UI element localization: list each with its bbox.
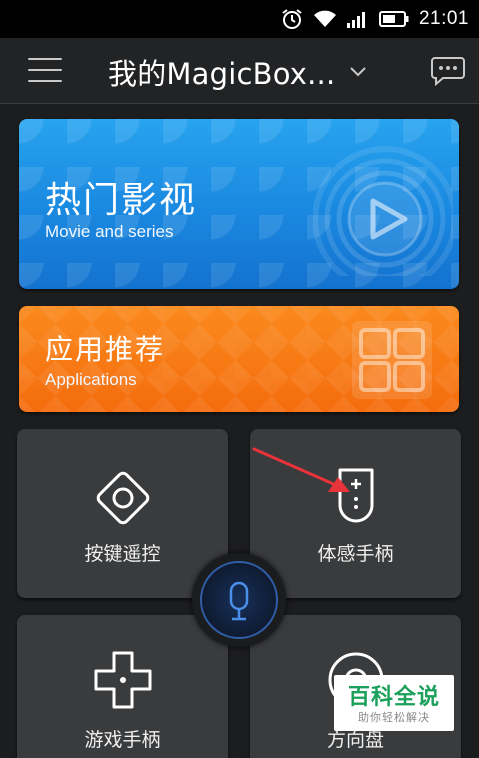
- apps-card[interactable]: 应用推荐 Applications: [19, 306, 459, 412]
- page-title: 我的MagicBox...: [108, 57, 336, 91]
- app-header: 我的MagicBox...: [0, 38, 479, 104]
- status-time: 21:01: [418, 8, 469, 29]
- tile-gamepad[interactable]: 游戏手柄: [17, 615, 228, 758]
- tile-label: 游戏手柄: [84, 729, 161, 751]
- microphone-icon: [200, 561, 278, 639]
- play-icon: [312, 131, 458, 289]
- apps-card-title: 应用推荐: [45, 333, 166, 366]
- movie-card-title: 热门影视: [45, 180, 198, 221]
- device-selector[interactable]: 我的MagicBox...: [108, 52, 367, 92]
- grid-icon: [351, 320, 433, 400]
- tile-label: 体感手柄: [317, 543, 394, 565]
- annotation-arrow: [252, 446, 362, 498]
- chevron-down-icon: [349, 63, 367, 82]
- voice-button[interactable]: [192, 553, 286, 647]
- remote-diamond-icon: [92, 467, 154, 533]
- tile-label: 按键遥控: [84, 543, 161, 565]
- battery-icon: [378, 11, 409, 27]
- tile-key-remote[interactable]: 按键遥控: [17, 429, 228, 598]
- signal-icon: [346, 10, 369, 28]
- watermark-subtitle: 助你轻松解决: [358, 711, 430, 724]
- message-icon[interactable]: [431, 56, 465, 87]
- movie-card[interactable]: 热门影视 Movie and series: [19, 119, 459, 289]
- menu-icon[interactable]: [28, 58, 62, 84]
- status-bar: 21:01: [0, 0, 479, 38]
- dpad-icon: [92, 649, 154, 715]
- watermark-badge: 百科全说 助你轻松解决: [334, 675, 454, 731]
- watermark-title: 百科全说: [347, 685, 440, 710]
- wifi-icon: [313, 10, 337, 28]
- alarm-icon: [281, 8, 303, 30]
- apps-card-subtitle: Applications: [45, 370, 137, 389]
- movie-card-subtitle: Movie and series: [45, 222, 174, 241]
